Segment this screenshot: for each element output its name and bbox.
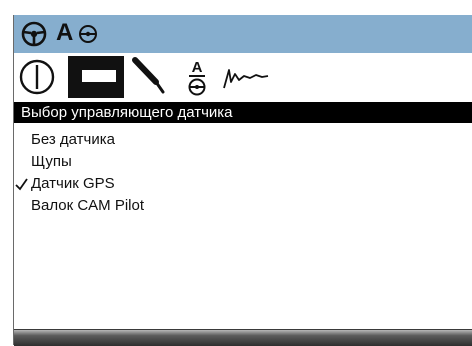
steering-wheel-icon xyxy=(21,21,47,47)
option-label: Датчик GPS xyxy=(31,175,115,192)
option-label: Валок CAM Pilot xyxy=(31,197,145,214)
tab-signal-wave-icon[interactable] xyxy=(220,56,272,98)
mode-letter: A xyxy=(56,19,74,46)
option-probes[interactable]: Щупы xyxy=(14,151,472,173)
tab-sensor-height-icon[interactable]: A xyxy=(184,56,210,98)
option-cam-pilot-swath[interactable]: Валок CAM Pilot xyxy=(14,195,472,217)
tab-probe-icon[interactable] xyxy=(130,56,170,98)
svg-text:A: A xyxy=(192,59,203,76)
steering-wheel-small-icon xyxy=(79,25,97,43)
sensor-settings-window: A A Выбор управляющего датчика Без датчи… xyxy=(13,15,472,346)
tab-power-icon[interactable] xyxy=(17,56,57,98)
tab-display-settings[interactable] xyxy=(68,56,124,98)
option-label: Щупы xyxy=(31,153,72,170)
option-gps-sensor[interactable]: Датчик GPS xyxy=(14,173,472,195)
display-settings-icon xyxy=(82,70,116,82)
title-bar: A xyxy=(14,15,472,53)
option-label: Без датчика xyxy=(31,131,115,148)
option-no-sensor[interactable]: Без датчика xyxy=(14,129,472,151)
panel-title: Выбор управляющего датчика xyxy=(14,102,472,123)
sensor-option-list: Без датчика Щупы Датчик GPS Валок CAM Pi… xyxy=(14,129,472,217)
tab-bar: A xyxy=(14,56,472,98)
checkmark-icon xyxy=(15,178,28,191)
auto-steering-icon: A xyxy=(56,19,116,46)
bottom-bar xyxy=(14,329,472,346)
